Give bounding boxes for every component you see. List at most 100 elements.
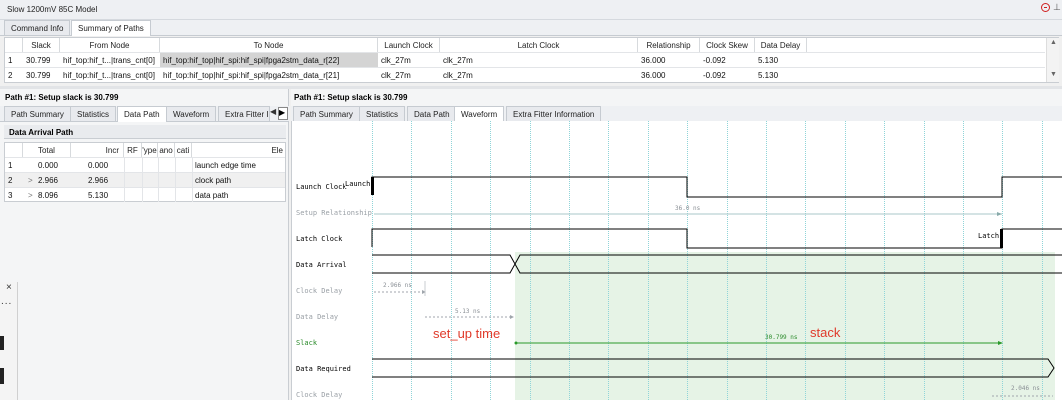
launch-clock-wave: [371, 176, 1062, 198]
clock-delay-2-value: 2.046 ns: [1011, 385, 1040, 392]
right-path-panel: Path #1: Setup slack is 30.799 Path Summ…: [291, 89, 1062, 122]
column-header-launch-clock[interactable]: Launch Clock: [378, 38, 440, 52]
cell-relationship[interactable]: 36.000: [638, 68, 700, 82]
row-index-header: [5, 143, 23, 157]
waveform-canvas: [371, 121, 1062, 400]
pin-icon[interactable]: ⊥: [1053, 2, 1061, 13]
row-index: 1: [8, 56, 13, 65]
data-arrival-path-header: Data Arrival Path: [4, 125, 286, 139]
tab-path-summary[interactable]: Path Summary: [4, 106, 71, 121]
popup-close-icon[interactable]: ×: [6, 282, 12, 293]
column-header-clock-skew[interactable]: Clock Skew: [700, 38, 755, 52]
waveform-view[interactable]: Launch Clock Setup Relationship Latch Cl…: [291, 121, 1062, 400]
popup-edge-mark: [0, 368, 4, 384]
left-path-panel: Path #1: Setup slack is 30.799 Path Summ…: [0, 89, 289, 400]
row-index-header: [5, 38, 23, 52]
tab-path-summary[interactable]: Path Summary: [293, 106, 360, 121]
cell-slack[interactable]: 30.799: [23, 53, 60, 67]
cell-clock-skew[interactable]: -0.092: [700, 53, 755, 67]
column-header-total[interactable]: Total: [23, 143, 71, 157]
column-header-latch-clock[interactable]: Latch Clock: [440, 38, 638, 52]
signal-label-clock-delay-2: Clock Delay: [296, 391, 343, 399]
column-header-incr[interactable]: Incr: [71, 143, 124, 157]
tab-summary-of-paths[interactable]: Summary of Paths: [71, 20, 151, 36]
annotation-setup-time: set_up time: [433, 326, 501, 341]
column-header-rf[interactable]: RF: [124, 143, 142, 157]
signal-label-clock-delay: Clock Delay: [296, 287, 343, 295]
close-report-icon[interactable]: [1041, 3, 1050, 12]
row-index: 2: [8, 71, 13, 80]
tab-waveform[interactable]: Waveform: [166, 106, 217, 121]
cell-relationship[interactable]: 36.000: [638, 53, 700, 67]
signal-label-data-required: Data Required: [296, 365, 351, 373]
row-index: 1: [8, 161, 13, 170]
paths-table: Slack From Node To Node Launch Clock Lat…: [4, 37, 1059, 83]
data-arrival-table: Total Incr RF 'ype ano cati Ele 1 0.000 …: [4, 142, 286, 202]
cell-total[interactable]: 2.966: [23, 173, 71, 187]
cell-launch-clock[interactable]: clk_27m: [378, 68, 440, 82]
tab-data-path[interactable]: Data Path: [407, 106, 457, 121]
cell-incr[interactable]: 5.130: [71, 188, 124, 202]
column-header-slack[interactable]: Slack: [23, 38, 60, 52]
cell-clock-skew[interactable]: -0.092: [700, 68, 755, 82]
row-index: 2: [8, 176, 13, 185]
arrow-head: [510, 315, 514, 319]
slack-start-dot: [514, 341, 518, 345]
column-header-element[interactable]: Ele: [192, 143, 285, 157]
tab-statistics[interactable]: Statistics: [359, 106, 406, 121]
tab-waveform[interactable]: Waveform: [454, 106, 505, 122]
cell-data-delay[interactable]: 5.130: [755, 53, 807, 67]
signal-label-data-arrival: Data Arrival: [296, 261, 347, 269]
column-header-from-node[interactable]: From Node: [60, 38, 160, 52]
slack-value: 30.799 ns: [765, 334, 798, 341]
table-scrollbar[interactable]: ▲ ▼: [1046, 38, 1059, 82]
tab-extra-fitter-information[interactable]: Extra Fitter Information: [506, 106, 602, 121]
scroll-down-icon[interactable]: ▼: [1050, 71, 1057, 78]
setup-relationship-value: 36.0 ns: [675, 205, 701, 212]
clock-delay-value: 2.966 ns: [383, 282, 412, 289]
cell-slack[interactable]: 30.799: [23, 68, 60, 82]
window-titlebar: Slow 1200mV 85C Model ⊥: [0, 0, 1062, 20]
right-panel-title: Path #1: Setup slack is 30.799: [294, 93, 408, 102]
cell-element[interactable]: data path: [192, 188, 285, 202]
column-header-fanout[interactable]: ano: [158, 143, 175, 157]
column-header-location[interactable]: cati: [175, 143, 192, 157]
popup-edge-mark: [0, 336, 4, 350]
cell-element[interactable]: launch edge time: [192, 158, 285, 172]
cell-incr[interactable]: 0.000: [71, 158, 124, 172]
signal-label-latch-clock: Latch Clock: [296, 235, 343, 243]
cell-latch-clock[interactable]: clk_27m: [440, 53, 638, 67]
scroll-up-icon[interactable]: ▲: [1050, 39, 1057, 46]
column-header-type[interactable]: 'ype: [142, 143, 158, 157]
signal-label-setup-relationship: Setup Relationship: [296, 209, 372, 217]
cell-latch-clock[interactable]: clk_27m: [440, 68, 638, 82]
column-header-data-delay[interactable]: Data Delay: [755, 38, 807, 52]
left-tab-bar: Path Summary Statistics Data Path Wavefo…: [0, 106, 289, 122]
cell-total[interactable]: 8.096: [23, 188, 71, 202]
cell-launch-clock[interactable]: clk_27m: [378, 53, 440, 67]
tab-command-info[interactable]: Command Info: [4, 20, 71, 35]
cell-data-delay[interactable]: 5.130: [755, 68, 807, 82]
tab-data-path[interactable]: Data Path: [117, 106, 167, 122]
latch-tag: Latch: [978, 232, 1000, 240]
cell-to-node[interactable]: hif_top:hif_top|hif_spi:hif_spi|fpga2stm…: [160, 68, 378, 82]
cell-incr[interactable]: 2.966: [71, 173, 124, 187]
cell-element[interactable]: clock path: [192, 173, 285, 187]
window-title: Slow 1200mV 85C Model: [7, 5, 98, 14]
tab-statistics[interactable]: Statistics: [70, 106, 117, 121]
column-header-relationship[interactable]: Relationship: [638, 38, 700, 52]
launch-edge-marker: [371, 177, 374, 195]
latch-edge-marker: [1000, 229, 1003, 248]
column-header-to-node[interactable]: To Node: [160, 38, 378, 52]
data-arrival-bus-old: [372, 254, 516, 274]
popup-more-icon[interactable]: ...: [1, 296, 12, 307]
cell-from-node[interactable]: hif_top:hif_t...|trans_cnt[0]: [60, 68, 160, 82]
tab-extra-fitter[interactable]: Extra Fitter I: [218, 106, 270, 121]
tab-scroll-left-icon[interactable]: ◀: [270, 107, 278, 120]
row-index: 3: [8, 191, 13, 200]
data-delay-value: 5.13 ns: [455, 308, 481, 315]
cell-from-node[interactable]: hif_top:hif_t...|trans_cnt[0]: [60, 53, 160, 67]
tab-scroll-right-icon[interactable]: ▶: [278, 107, 288, 120]
cell-total[interactable]: 0.000: [23, 158, 71, 172]
cell-to-node-selected[interactable]: hif_top:hif_top|hif_spi:hif_spi|fpga2stm…: [160, 53, 378, 67]
